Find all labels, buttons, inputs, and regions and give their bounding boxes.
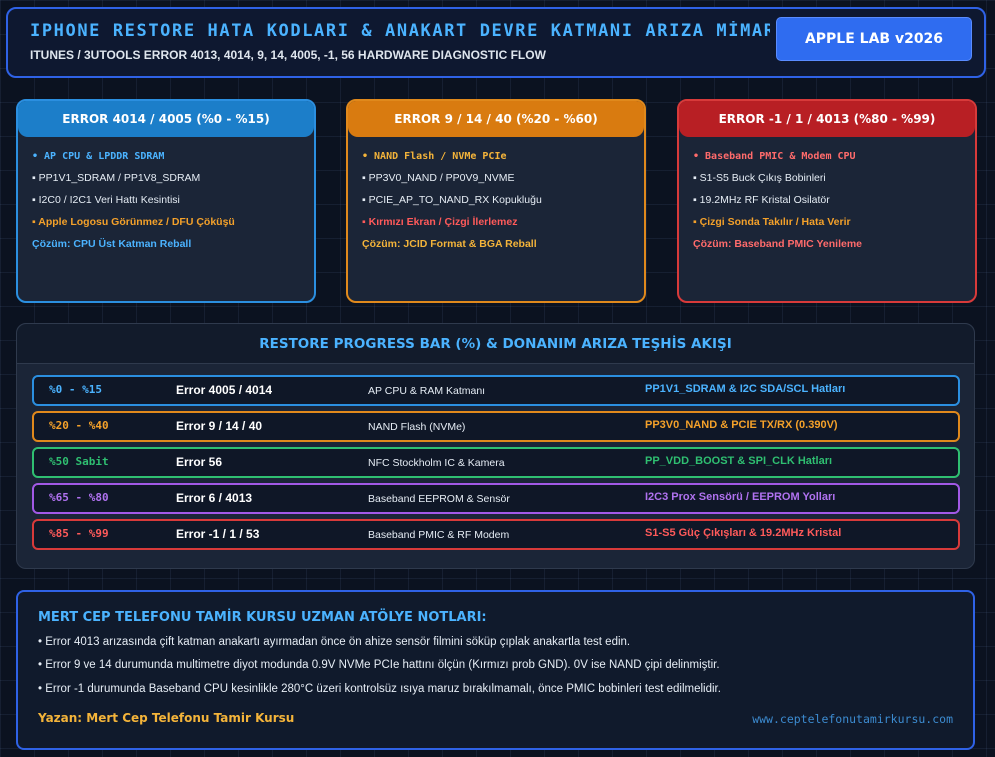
diagnostic-hint: S1-S5 Güç Çıkışları & 19.2MHz Kristal bbox=[645, 527, 842, 539]
page-title: IPHONE RESTORE HATA KODLARI & ANAKART DE… bbox=[30, 21, 770, 41]
diagnostic-hint: PP_VDD_BOOST & SPI_CLK Hatları bbox=[645, 455, 833, 467]
error-card-title: ERROR -1 / 1 / 4013 (%80 - %99) bbox=[679, 101, 975, 137]
error-card-baseband: ERROR -1 / 1 / 4013 (%80 - %99) • Baseba… bbox=[677, 99, 977, 303]
progress-row[interactable]: %50 Sabit Error 56 NFC Stockholm IC & Ka… bbox=[32, 447, 960, 478]
card-solution: Çözüm: CPU Üst Katman Reball bbox=[32, 238, 192, 250]
error-code: Error 9 / 14 / 40 bbox=[176, 419, 263, 433]
component-name: AP CPU & RAM Katmanı bbox=[368, 385, 486, 397]
card-symptom: ▪ Çizgi Sonda Takılır / Hata Verir bbox=[693, 216, 851, 228]
panel-title: RESTORE PROGRESS BAR (%) & DONANIM ARIZA… bbox=[17, 324, 974, 364]
progress-row[interactable]: %65 - %80 Error 6 / 4013 Baseband EEPROM… bbox=[32, 483, 960, 514]
error-card-title: ERROR 4014 / 4005 (%0 - %15) bbox=[18, 101, 314, 137]
progress-range: %50 Sabit bbox=[49, 455, 109, 468]
website-link[interactable]: www.ceptelefonutamirkursu.com bbox=[752, 712, 953, 726]
apple-lab-badge-button[interactable]: APPLE LAB v2026 bbox=[776, 17, 972, 61]
progress-row[interactable]: %0 - %15 Error 4005 / 4014 AP CPU & RAM … bbox=[32, 375, 960, 406]
card-solution: Çözüm: Baseband PMIC Yenileme bbox=[693, 238, 863, 250]
progress-row[interactable]: %85 - %99 Error -1 / 1 / 53 Baseband PMI… bbox=[32, 519, 960, 550]
progress-range: %0 - %15 bbox=[49, 383, 102, 396]
component-name: NAND Flash (NVMe) bbox=[368, 421, 466, 433]
error-card-cpu-ram: ERROR 4014 / 4005 (%0 - %15) • AP CPU & … bbox=[16, 99, 316, 303]
component-name: Baseband PMIC & RF Modem bbox=[368, 529, 510, 541]
card-line: ▪ I2C0 / I2C1 Veri Hattı Kesintisi bbox=[32, 194, 180, 206]
workshop-notes: MERT CEP TELEFONU TAMİR KURSU UZMAN ATÖL… bbox=[16, 590, 975, 750]
card-line: ▪ S1-S5 Buck Çıkış Bobinleri bbox=[693, 172, 826, 184]
card-component-chip: • AP CPU & LPDDR SDRAM bbox=[32, 151, 165, 162]
notes-item: • Error -1 durumunda Baseband CPU kesinl… bbox=[38, 683, 721, 695]
progress-range: %20 - %40 bbox=[49, 419, 109, 432]
error-code: Error 6 / 4013 bbox=[176, 491, 253, 505]
card-solution: Çözüm: JCID Format & BGA Reball bbox=[362, 238, 537, 250]
notes-item: • Error 9 ve 14 durumunda multimetre diy… bbox=[38, 659, 720, 671]
card-line: ▪ PP1V1_SDRAM / PP1V8_SDRAM bbox=[32, 172, 201, 184]
card-symptom: ▪ Apple Logosu Görünmez / DFU Çöküşü bbox=[32, 216, 235, 228]
notes-item: • Error 4013 arızasında çift katman anak… bbox=[38, 636, 631, 648]
page-subtitle: ITUNES / 3UTOOLS ERROR 4013, 4014, 9, 14… bbox=[30, 48, 546, 62]
card-line: ▪ 19.2MHz RF Kristal Osilatör bbox=[693, 194, 830, 206]
header: IPHONE RESTORE HATA KODLARI & ANAKART DE… bbox=[6, 7, 986, 78]
diagnostic-hint: PP1V1_SDRAM & I2C SDA/SCL Hatları bbox=[645, 383, 846, 395]
card-line: ▪ PCIE_AP_TO_NAND_RX Kopukluğu bbox=[362, 194, 542, 206]
notes-title: MERT CEP TELEFONU TAMİR KURSU UZMAN ATÖL… bbox=[38, 610, 487, 625]
error-code: Error 4005 / 4014 bbox=[176, 383, 273, 397]
card-symptom: ▪ Kırmızı Ekran / Çizgi İlerlemez bbox=[362, 216, 518, 228]
error-code: Error -1 / 1 / 53 bbox=[176, 527, 260, 541]
card-line: ▪ PP3V0_NAND / PP0V9_NVME bbox=[362, 172, 515, 184]
component-name: NFC Stockholm IC & Kamera bbox=[368, 457, 505, 469]
progress-range: %85 - %99 bbox=[49, 527, 109, 540]
error-card-title: ERROR 9 / 14 / 40 (%20 - %60) bbox=[348, 101, 644, 137]
progress-range: %65 - %80 bbox=[49, 491, 109, 504]
card-component-chip: • Baseband PMIC & Modem CPU bbox=[693, 151, 856, 162]
progress-row[interactable]: %20 - %40 Error 9 / 14 / 40 NAND Flash (… bbox=[32, 411, 960, 442]
notes-author: Yazan: Mert Cep Telefonu Tamir Kursu bbox=[38, 711, 295, 725]
card-component-chip: • NAND Flash / NVMe PCIe bbox=[362, 151, 507, 162]
restore-progress-panel: RESTORE PROGRESS BAR (%) & DONANIM ARIZA… bbox=[16, 323, 975, 569]
error-code: Error 56 bbox=[176, 455, 223, 469]
error-card-nand: ERROR 9 / 14 / 40 (%20 - %60) • NAND Fla… bbox=[346, 99, 646, 303]
component-name: Baseband EEPROM & Sensör bbox=[368, 493, 510, 505]
diagnostic-hint: PP3V0_NAND & PCIE TX/RX (0.390V) bbox=[645, 419, 838, 431]
diagnostic-hint: I2C3 Prox Sensörü / EEPROM Yolları bbox=[645, 491, 836, 503]
